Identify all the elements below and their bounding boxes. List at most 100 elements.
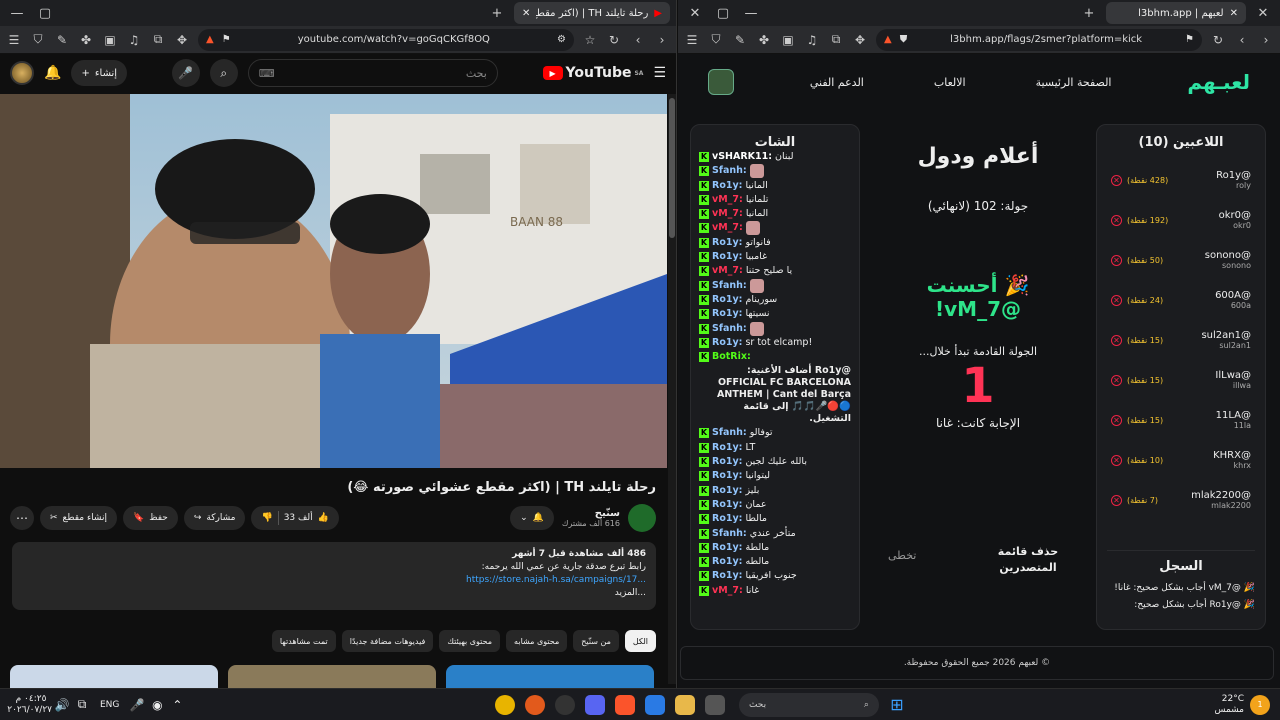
chat-username[interactable]: vM_7: <box>712 264 743 278</box>
chat-username[interactable]: vM_7: <box>712 584 743 598</box>
pin-icon[interactable]: ✎ <box>732 33 748 47</box>
url-text[interactable]: l3bhm.app/flags/2smer?platform=kick <box>915 34 1177 45</box>
taskbar-search[interactable]: ⌕ بحث <box>738 692 879 717</box>
store-icon[interactable] <box>644 694 665 715</box>
close-tab-icon[interactable]: ✕ <box>1252 6 1274 21</box>
chip-for-you[interactable]: محتوى بهيئتك <box>439 630 501 652</box>
bookmark-icon[interactable]: ⚑ <box>222 34 231 45</box>
minimize-icon[interactable]: — <box>6 6 28 21</box>
screenshot-icon[interactable]: ⧉ <box>828 32 844 47</box>
weather-temp[interactable]: 22°C <box>1214 694 1244 705</box>
share-button[interactable]: ↪ مشاركة <box>183 506 246 530</box>
like-icon[interactable]: 👍 <box>318 513 329 523</box>
chat-username[interactable]: Ro1y: <box>712 293 742 307</box>
sidebar-icon[interactable]: ▣ <box>102 33 118 47</box>
clock-time[interactable]: ٠٤:٢٥ م <box>10 694 52 705</box>
chrome-icon[interactable] <box>494 694 515 715</box>
avatar[interactable] <box>10 61 34 85</box>
nav-support[interactable]: الدعم الفني <box>810 76 864 89</box>
reload-icon[interactable]: ↻ <box>1210 33 1226 47</box>
save-button[interactable]: 🔖 حفظ <box>122 506 178 530</box>
subscribe-button[interactable]: ⌄ 🔔 <box>510 506 554 530</box>
youtube-logo[interactable]: ▶ YouTube SA <box>542 65 643 81</box>
remove-player-icon[interactable]: ✕ <box>1111 294 1122 306</box>
scroll-thumb[interactable] <box>669 98 675 238</box>
new-tab-icon[interactable]: + <box>486 6 508 21</box>
voice-search-button[interactable]: 🎤 <box>171 59 200 87</box>
weather-sun-icon[interactable]: 1 <box>1250 694 1270 715</box>
remove-player-icon[interactable]: ✕ <box>1111 454 1122 466</box>
bookmark-icon[interactable]: ⚑ <box>1185 34 1194 45</box>
shield-brave-icon[interactable]: ⛊ <box>900 34 908 45</box>
explorer-icon[interactable] <box>674 694 695 715</box>
chat-username[interactable]: Ro1y: <box>712 484 742 498</box>
site-logo[interactable]: لعبـهم <box>1187 70 1250 94</box>
shield-icon[interactable]: ⛉ <box>708 32 724 47</box>
obs-icon[interactable] <box>554 694 575 715</box>
video-thumbnail[interactable] <box>10 665 218 688</box>
new-tab-icon[interactable]: + <box>1078 6 1100 21</box>
search-button[interactable]: ⌕ <box>209 59 238 87</box>
back-icon[interactable]: ‹ <box>1234 33 1250 47</box>
more-actions-button[interactable]: ⋯ <box>10 506 34 530</box>
notifications-icon[interactable]: 🔔 <box>44 65 61 81</box>
chat-username[interactable]: Ro1y: <box>712 441 742 455</box>
chat-username[interactable]: Sfanh: <box>712 527 747 541</box>
create-button[interactable]: + إنشاء <box>71 60 128 86</box>
tray-chevron-icon[interactable]: ⌃ <box>167 695 187 715</box>
reload-icon[interactable]: ↻ <box>606 33 622 47</box>
extensions-icon[interactable]: ✤ <box>756 33 772 47</box>
brave-taskbar-icon[interactable] <box>614 694 635 715</box>
hamburger-menu-icon[interactable]: ☰ <box>653 65 666 81</box>
keyboard-icon[interactable]: ⌨ <box>259 67 275 80</box>
chat-username[interactable]: Ro1y: <box>712 179 742 193</box>
brave-icon[interactable]: ▲ <box>884 34 892 45</box>
music-icon[interactable]: ♫ <box>126 33 142 47</box>
delete-leaderboard-button[interactable]: حذف قائمة المتصدرين <box>988 544 1068 576</box>
chat-username[interactable]: vM_7: <box>712 193 743 207</box>
channel-avatar[interactable] <box>628 504 656 532</box>
screenshot-icon[interactable]: ⧉ <box>150 32 166 47</box>
chat-username[interactable]: Sfanh: <box>712 426 747 440</box>
description-link[interactable]: https://store.najah-h.sa/campaigns/17... <box>22 574 646 587</box>
network-icon[interactable]: ⧉ <box>72 695 92 715</box>
video-player[interactable]: BAAN 88 <box>0 94 667 468</box>
chip-all[interactable]: الكل <box>624 630 656 652</box>
forward-icon[interactable]: › <box>1258 33 1274 47</box>
chat-username[interactable]: Ro1y: <box>712 569 742 583</box>
steam-icon[interactable]: ◉ <box>147 695 167 715</box>
remove-player-icon[interactable]: ✕ <box>1111 254 1122 266</box>
description-more[interactable]: ...المزيد <box>22 587 646 600</box>
taskview-icon[interactable] <box>704 694 725 715</box>
music-icon[interactable]: ♫ <box>804 33 820 47</box>
language-indicator[interactable]: ENG <box>100 700 119 710</box>
chat-username[interactable]: Ro1y: <box>712 555 742 569</box>
chat-username[interactable]: vM_7: <box>712 207 743 221</box>
chat-username[interactable]: Ro1y: <box>712 250 742 264</box>
nav-home[interactable]: الصفحة الرئيسية <box>1036 76 1112 89</box>
chat-username[interactable]: Ro1y: <box>712 336 742 350</box>
chat-username[interactable]: Ro1y: <box>712 541 742 555</box>
chat-username[interactable]: Sfanh: <box>712 164 747 178</box>
description-box[interactable]: 486 ألف مشاهدة قبل 7 أشهر رابط تبرع صدقة… <box>12 542 656 610</box>
close-window-icon[interactable]: ✕ <box>684 6 706 21</box>
chat-username[interactable]: Ro1y: <box>712 469 742 483</box>
remove-player-icon[interactable]: ✕ <box>1111 174 1122 186</box>
chat-username[interactable]: Ro1y: <box>712 236 742 250</box>
nav-games[interactable]: الالعاب <box>934 76 966 89</box>
tune-icon[interactable]: ⚙ <box>557 34 566 45</box>
pin-icon[interactable]: ✎ <box>54 33 70 47</box>
scrollbar[interactable] <box>668 94 676 684</box>
chip-recent[interactable]: فيديوهات مضافة جديدًا <box>341 630 434 652</box>
close-tab-icon[interactable]: ✕ <box>1230 8 1238 19</box>
volume-icon[interactable]: 🔊 <box>52 695 72 715</box>
mic-icon[interactable]: 🎤 <box>127 695 147 715</box>
puzzle-icon[interactable]: ✥ <box>174 33 190 47</box>
bookmark-star-icon[interactable]: ☆ <box>582 33 598 47</box>
search-input[interactable]: بحث ⌨ <box>247 59 498 87</box>
menu-icon[interactable]: ☰ <box>684 33 700 47</box>
url-text[interactable]: youtube.com/watch?v=goGqCKGf8OQ <box>239 34 549 45</box>
menu-icon[interactable]: ☰ <box>6 33 22 47</box>
brave-icon[interactable]: ▲ <box>206 34 214 45</box>
chat-username[interactable]: vM_7: <box>712 221 743 235</box>
